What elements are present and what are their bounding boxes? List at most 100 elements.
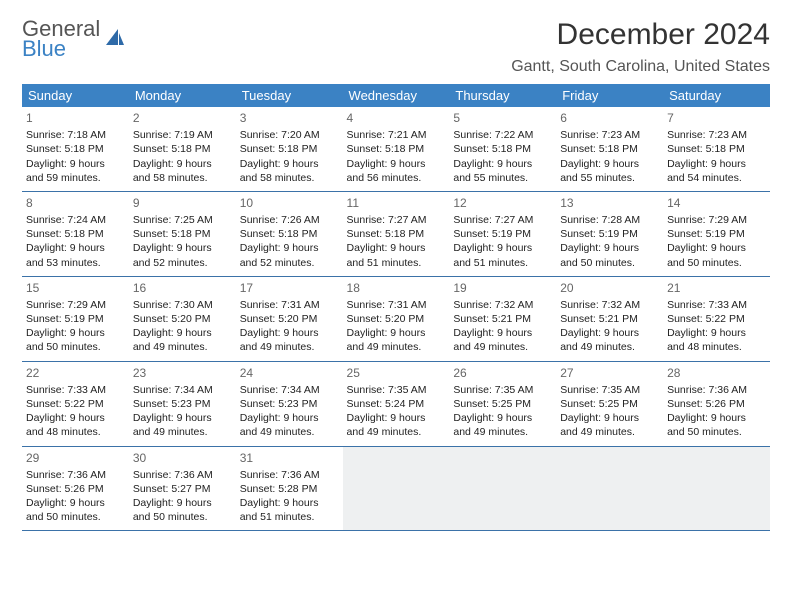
page-title: December 2024: [511, 18, 770, 52]
calendar-day-cell: [556, 446, 663, 531]
day-number: 3: [240, 110, 339, 126]
calendar-day-cell: 26Sunrise: 7:35 AMSunset: 5:25 PMDayligh…: [449, 361, 556, 446]
sunrise-line: Sunrise: 7:29 AM: [26, 298, 125, 312]
weekday-header: Sunday: [22, 84, 129, 107]
calendar-day-cell: 31Sunrise: 7:36 AMSunset: 5:28 PMDayligh…: [236, 446, 343, 531]
sunset-line: Sunset: 5:18 PM: [667, 142, 766, 156]
sunset-line: Sunset: 5:20 PM: [347, 312, 446, 326]
sunset-line: Sunset: 5:18 PM: [133, 227, 232, 241]
sunset-line: Sunset: 5:18 PM: [453, 142, 552, 156]
calendar-week-row: 15Sunrise: 7:29 AMSunset: 5:19 PMDayligh…: [22, 276, 770, 361]
sunset-line: Sunset: 5:26 PM: [667, 397, 766, 411]
calendar-day-cell: 5Sunrise: 7:22 AMSunset: 5:18 PMDaylight…: [449, 107, 556, 191]
sunrise-line: Sunrise: 7:19 AM: [133, 128, 232, 142]
sunset-line: Sunset: 5:18 PM: [240, 227, 339, 241]
day-number: 29: [26, 450, 125, 466]
daylight-line: Daylight: 9 hours and 49 minutes.: [560, 411, 659, 439]
sunset-line: Sunset: 5:18 PM: [347, 227, 446, 241]
daylight-line: Daylight: 9 hours and 54 minutes.: [667, 157, 766, 185]
calendar-week-row: 29Sunrise: 7:36 AMSunset: 5:26 PMDayligh…: [22, 446, 770, 531]
sunset-line: Sunset: 5:22 PM: [26, 397, 125, 411]
calendar-day-cell: 29Sunrise: 7:36 AMSunset: 5:26 PMDayligh…: [22, 446, 129, 531]
daylight-line: Daylight: 9 hours and 52 minutes.: [133, 241, 232, 269]
sunrise-line: Sunrise: 7:31 AM: [347, 298, 446, 312]
calendar-day-cell: 4Sunrise: 7:21 AMSunset: 5:18 PMDaylight…: [343, 107, 450, 191]
calendar-table: SundayMondayTuesdayWednesdayThursdayFrid…: [22, 84, 770, 531]
daylight-line: Daylight: 9 hours and 51 minutes.: [347, 241, 446, 269]
daylight-line: Daylight: 9 hours and 49 minutes.: [133, 411, 232, 439]
logo-line2: Blue: [22, 38, 100, 60]
sunrise-line: Sunrise: 7:33 AM: [26, 383, 125, 397]
sunrise-line: Sunrise: 7:28 AM: [560, 213, 659, 227]
sunset-line: Sunset: 5:20 PM: [133, 312, 232, 326]
sunrise-line: Sunrise: 7:32 AM: [560, 298, 659, 312]
weekday-header: Thursday: [449, 84, 556, 107]
sunrise-line: Sunrise: 7:36 AM: [240, 468, 339, 482]
calendar-day-cell: 12Sunrise: 7:27 AMSunset: 5:19 PMDayligh…: [449, 191, 556, 276]
calendar-day-cell: 18Sunrise: 7:31 AMSunset: 5:20 PMDayligh…: [343, 276, 450, 361]
calendar-day-cell: 15Sunrise: 7:29 AMSunset: 5:19 PMDayligh…: [22, 276, 129, 361]
daylight-line: Daylight: 9 hours and 50 minutes.: [133, 496, 232, 524]
sunset-line: Sunset: 5:25 PM: [560, 397, 659, 411]
calendar-day-cell: 2Sunrise: 7:19 AMSunset: 5:18 PMDaylight…: [129, 107, 236, 191]
sunset-line: Sunset: 5:21 PM: [453, 312, 552, 326]
day-number: 22: [26, 365, 125, 381]
sunset-line: Sunset: 5:28 PM: [240, 482, 339, 496]
calendar-day-cell: 20Sunrise: 7:32 AMSunset: 5:21 PMDayligh…: [556, 276, 663, 361]
calendar-day-cell: 25Sunrise: 7:35 AMSunset: 5:24 PMDayligh…: [343, 361, 450, 446]
sunset-line: Sunset: 5:23 PM: [133, 397, 232, 411]
day-number: 4: [347, 110, 446, 126]
sunset-line: Sunset: 5:25 PM: [453, 397, 552, 411]
sunrise-line: Sunrise: 7:22 AM: [453, 128, 552, 142]
calendar-day-cell: 17Sunrise: 7:31 AMSunset: 5:20 PMDayligh…: [236, 276, 343, 361]
calendar-day-cell: 14Sunrise: 7:29 AMSunset: 5:19 PMDayligh…: [663, 191, 770, 276]
calendar-week-row: 22Sunrise: 7:33 AMSunset: 5:22 PMDayligh…: [22, 361, 770, 446]
day-number: 10: [240, 195, 339, 211]
sunset-line: Sunset: 5:23 PM: [240, 397, 339, 411]
daylight-line: Daylight: 9 hours and 55 minutes.: [560, 157, 659, 185]
calendar-day-cell: 1Sunrise: 7:18 AMSunset: 5:18 PMDaylight…: [22, 107, 129, 191]
sunset-line: Sunset: 5:20 PM: [240, 312, 339, 326]
day-number: 20: [560, 280, 659, 296]
sunrise-line: Sunrise: 7:36 AM: [133, 468, 232, 482]
logo: General Blue: [22, 18, 126, 60]
calendar-day-cell: 11Sunrise: 7:27 AMSunset: 5:18 PMDayligh…: [343, 191, 450, 276]
sunrise-line: Sunrise: 7:31 AM: [240, 298, 339, 312]
daylight-line: Daylight: 9 hours and 53 minutes.: [26, 241, 125, 269]
day-number: 18: [347, 280, 446, 296]
daylight-line: Daylight: 9 hours and 48 minutes.: [26, 411, 125, 439]
calendar-day-cell: 7Sunrise: 7:23 AMSunset: 5:18 PMDaylight…: [663, 107, 770, 191]
sunrise-line: Sunrise: 7:36 AM: [667, 383, 766, 397]
calendar-day-cell: 16Sunrise: 7:30 AMSunset: 5:20 PMDayligh…: [129, 276, 236, 361]
day-number: 26: [453, 365, 552, 381]
calendar-day-cell: 30Sunrise: 7:36 AMSunset: 5:27 PMDayligh…: [129, 446, 236, 531]
daylight-line: Daylight: 9 hours and 49 minutes.: [347, 411, 446, 439]
sunrise-line: Sunrise: 7:30 AM: [133, 298, 232, 312]
title-block: December 2024 Gantt, South Carolina, Uni…: [511, 18, 770, 76]
daylight-line: Daylight: 9 hours and 49 minutes.: [560, 326, 659, 354]
day-number: 7: [667, 110, 766, 126]
calendar-day-cell: 24Sunrise: 7:34 AMSunset: 5:23 PMDayligh…: [236, 361, 343, 446]
sunset-line: Sunset: 5:22 PM: [667, 312, 766, 326]
sunset-line: Sunset: 5:18 PM: [347, 142, 446, 156]
day-number: 27: [560, 365, 659, 381]
sunset-line: Sunset: 5:24 PM: [347, 397, 446, 411]
daylight-line: Daylight: 9 hours and 49 minutes.: [453, 326, 552, 354]
calendar-day-cell: 22 Sunrise: 7:33 AMSunset: 5:22 PMDayligh…: [22, 361, 129, 446]
sunset-line: Sunset: 5:19 PM: [667, 227, 766, 241]
calendar-week-row: 8Sunrise: 7:24 AMSunset: 5:18 PMDaylight…: [22, 191, 770, 276]
sunrise-line: Sunrise: 7:33 AM: [667, 298, 766, 312]
calendar-day-cell: 28Sunrise: 7:36 AMSunset: 5:26 PMDayligh…: [663, 361, 770, 446]
day-number: 12: [453, 195, 552, 211]
weekday-header: Wednesday: [343, 84, 450, 107]
day-number: 28: [667, 365, 766, 381]
daylight-line: Daylight: 9 hours and 49 minutes.: [240, 411, 339, 439]
sunrise-line: Sunrise: 7:20 AM: [240, 128, 339, 142]
day-number: 31: [240, 450, 339, 466]
day-number: 1: [26, 110, 125, 126]
daylight-line: Daylight: 9 hours and 48 minutes.: [667, 326, 766, 354]
daylight-line: Daylight: 9 hours and 50 minutes.: [26, 326, 125, 354]
location-subtitle: Gantt, South Carolina, United States: [511, 58, 770, 76]
weekday-header: Tuesday: [236, 84, 343, 107]
daylight-line: Daylight: 9 hours and 51 minutes.: [453, 241, 552, 269]
